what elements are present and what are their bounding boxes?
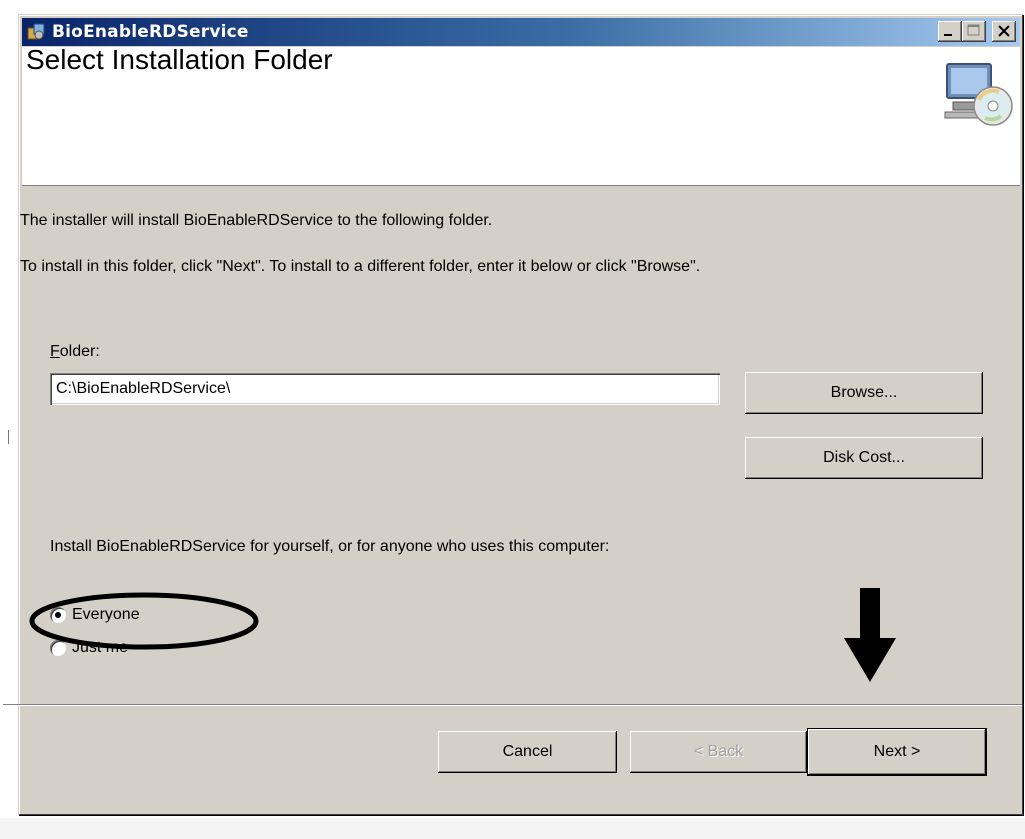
page-left-margin	[0, 0, 18, 839]
instruction-text: To install in this folder, click "Next".…	[20, 258, 701, 275]
disk-cost-button[interactable]: Disk Cost...	[745, 437, 983, 479]
title-bar[interactable]: BioEnableRDService	[22, 18, 1020, 46]
folder-path-input[interactable]	[50, 373, 720, 405]
computer-cd-icon	[944, 63, 1013, 126]
highlight-ellipse-annotation	[29, 592, 259, 650]
intro-text: The installer will install BioEnableRDSe…	[20, 212, 493, 229]
close-icon	[998, 25, 1010, 37]
browse-button[interactable]: Browse...	[745, 372, 983, 414]
button-area-separator	[3, 704, 1022, 706]
maximize-icon	[967, 24, 980, 36]
folder-label-accelerator: F	[50, 343, 60, 360]
minimize-button[interactable]	[938, 21, 962, 42]
window-title: BioEnableRDService	[52, 22, 249, 42]
back-button[interactable]: < Back	[630, 731, 807, 773]
maximize-button[interactable]	[962, 21, 986, 42]
next-button[interactable]: Next >	[808, 729, 986, 775]
page-margin-mark	[8, 430, 9, 444]
installer-window: BioEnableRDService	[18, 14, 1023, 815]
page-bottom-strip	[0, 818, 1025, 839]
down-arrow-annotation	[844, 588, 896, 682]
minimize-icon	[944, 34, 952, 36]
folder-label: Folder:	[50, 343, 100, 361]
cancel-button[interactable]: Cancel	[438, 731, 617, 773]
install-for-prompt: Install BioEnableRDService for yourself,…	[50, 538, 610, 555]
close-button[interactable]	[992, 21, 1016, 42]
folder-label-text: older:	[59, 343, 100, 360]
installer-app-icon	[27, 23, 45, 40]
page-title: Select Installation Folder	[26, 44, 333, 75]
